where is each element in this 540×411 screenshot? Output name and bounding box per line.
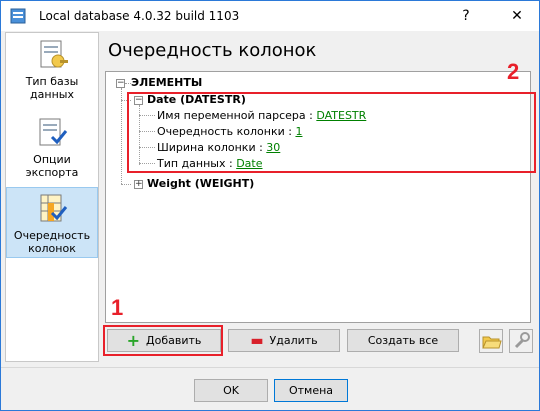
ok-button-label: OK: [223, 384, 239, 397]
database-type-icon: [34, 39, 70, 71]
tools-button[interactable]: [509, 329, 533, 353]
page-title: Очередность колонок: [108, 40, 317, 61]
collapse-root-toggle[interactable]: −: [116, 79, 125, 88]
export-options-icon: [34, 117, 70, 149]
annotation-number-2: 2: [507, 59, 520, 84]
window-title: Local database 4.0.32 build 1103: [39, 9, 240, 23]
annotation-number-1: 1: [111, 295, 124, 320]
footer-divider: [1, 367, 539, 368]
nav-item-column-order[interactable]: Очередность колонок: [6, 187, 98, 258]
cancel-button-label: Отмена: [288, 384, 334, 397]
app-icon: [10, 8, 26, 24]
nav-item-export-options[interactable]: Опции экспорта: [6, 117, 98, 179]
open-folder-button[interactable]: [479, 329, 503, 353]
title-bar: Local database 4.0.32 build 1103 ? ✕: [1, 1, 539, 31]
folder-icon: [480, 336, 502, 355]
cancel-button[interactable]: Отмена: [274, 379, 348, 402]
tree-root[interactable]: ЭЛЕМЕНТЫ: [131, 75, 202, 90]
annotation-box-1: [103, 325, 223, 356]
annotation-box-2: [127, 92, 536, 173]
minus-icon: ▬: [250, 332, 264, 349]
close-button[interactable]: ✕: [506, 6, 528, 26]
nav-label: Очередность колонок: [13, 229, 91, 255]
column-order-icon: [34, 193, 70, 225]
nav-item-database-type[interactable]: Тип базы данных: [6, 39, 98, 101]
create-all-button[interactable]: Создать все: [347, 329, 459, 352]
nav-label: Тип базы данных: [25, 75, 79, 101]
ok-button[interactable]: OK: [194, 379, 268, 402]
settings-nav: Тип базы данных Опции экспорта Очереднос…: [5, 32, 99, 362]
delete-button-label: Удалить: [269, 334, 318, 347]
help-button[interactable]: ?: [456, 6, 476, 26]
create-all-button-label: Создать все: [367, 334, 439, 347]
expand-node-toggle[interactable]: +: [134, 180, 143, 189]
tree-connector: [121, 184, 131, 185]
dialog-window: Local database 4.0.32 build 1103 ? ✕ Тип…: [0, 0, 540, 411]
wrench-icon: [510, 332, 532, 355]
tree-node-weight[interactable]: Weight (WEIGHT): [147, 176, 254, 191]
tree-connector: [121, 88, 122, 184]
nav-label: Опции экспорта: [25, 153, 79, 179]
delete-button[interactable]: ▬ Удалить: [228, 329, 340, 352]
